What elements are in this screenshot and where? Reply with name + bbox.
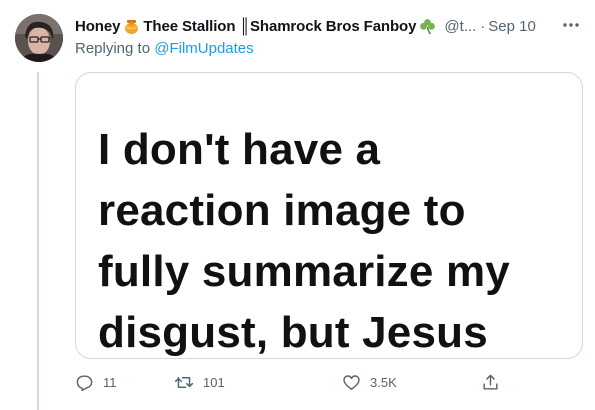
reply-mention-link[interactable]: @FilmUpdates — [154, 40, 253, 57]
media-text-line: fully summarize my — [98, 247, 510, 296]
tweet-actions: 11 101 3.5K — [75, 372, 515, 392]
like-button[interactable]: 3.5K — [342, 372, 397, 392]
heart-icon — [342, 373, 361, 392]
replying-to: Replying to @FilmUpdates — [75, 40, 254, 57]
share-icon — [481, 373, 500, 392]
media-image-text: I don't have a reaction image to fully s… — [98, 119, 578, 358]
reply-count: 11 — [103, 374, 117, 390]
tweet-header: Honey Thee Stallion ║Shamrock Bros Fanbo… — [75, 15, 540, 37]
share-button[interactable] — [481, 372, 500, 392]
display-name-rest[interactable]: Thee Stallion ║Shamrock Bros Fanboy — [143, 18, 416, 35]
retweet-icon — [174, 373, 194, 392]
tweet[interactable]: Honey Thee Stallion ║Shamrock Bros Fanbo… — [0, 0, 595, 410]
more-options-icon[interactable] — [561, 15, 581, 35]
reply-icon — [75, 373, 94, 392]
media-text-line: disgust, but Jesus — [98, 308, 488, 357]
avatar[interactable] — [15, 14, 63, 62]
separator-dot: · — [480, 17, 486, 35]
media-text-line: reaction image to — [98, 186, 466, 235]
tweet-media-image[interactable]: I don't have a reaction image to fully s… — [75, 72, 583, 359]
user-handle[interactable]: @t... — [444, 18, 476, 35]
thread-line — [37, 72, 39, 410]
tweet-date[interactable]: Sep 10 — [488, 18, 536, 35]
retweet-button[interactable]: 101 — [174, 372, 225, 392]
honey-pot-icon — [123, 18, 140, 35]
shamrock-icon — [419, 18, 436, 35]
retweet-count: 101 — [203, 374, 225, 390]
reply-button[interactable]: 11 — [75, 372, 117, 392]
replying-to-label: Replying to — [75, 40, 151, 57]
like-count: 3.5K — [370, 374, 397, 390]
media-text-line: I don't have a — [98, 125, 381, 174]
display-name[interactable]: Honey — [75, 18, 120, 35]
